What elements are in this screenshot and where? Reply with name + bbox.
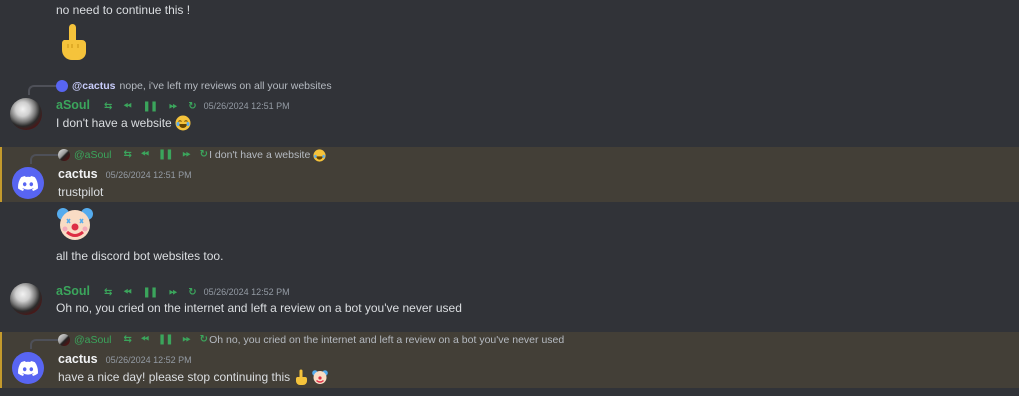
- next-icon: ⏩︎: [182, 149, 191, 160]
- message-row-highlighted: @aSoul ⇆ ⏪︎ ❚❚ ⏩︎ ↻ I don't have a websi…: [0, 147, 1019, 202]
- username[interactable]: cactus: [58, 352, 98, 366]
- message-text: have a nice day! please stop continuing …: [58, 370, 291, 384]
- clown-emoji: [312, 370, 328, 384]
- joy-emoji: [175, 115, 191, 131]
- reply-mention[interactable]: @aSoul: [74, 148, 112, 162]
- message-content: have a nice day! please stop continuing …: [58, 369, 328, 385]
- reply-mention[interactable]: @aSoul: [74, 333, 112, 347]
- message-row-highlighted: @aSoul ⇆ ⏪︎ ❚❚ ⏩︎ ↻ Oh no, you cried on …: [0, 332, 1019, 388]
- shuffle-icon: ⇆: [123, 334, 132, 345]
- timestamp: 05/26/2024 12:51 PM: [105, 170, 192, 180]
- reply-preview[interactable]: @cactus nope, i've left my reviews on al…: [56, 79, 332, 93]
- middle-finger-emoji: [61, 24, 86, 60]
- chat-messages: no need to continue this ! @cactus nope,…: [0, 0, 1019, 396]
- loop-icon: ↻: [188, 101, 196, 112]
- message-text: all the discord bot websites too.: [56, 249, 224, 263]
- next-icon: ⏩︎: [182, 334, 191, 345]
- message-text: I don't have a website: [56, 116, 172, 130]
- message-row: @cactus nope, i've left my reviews on al…: [0, 78, 1019, 138]
- message-header: cactus 05/26/2024 12:52 PM: [58, 351, 192, 368]
- pause-icon: ❚❚: [142, 287, 158, 298]
- clown-emoji: [57, 208, 93, 240]
- joy-emoji: [313, 148, 326, 162]
- message-text: Oh no, you cried on the internet and lef…: [56, 301, 462, 315]
- pause-icon: ❚❚: [142, 101, 158, 112]
- avatar[interactable]: [10, 98, 42, 130]
- shuffle-icon: ⇆: [104, 101, 112, 112]
- reply-preview[interactable]: @aSoul ⇆ ⏪︎ ❚❚ ⏩︎ ↻ Oh no, you cried on …: [58, 333, 564, 347]
- next-icon: ⏩︎: [169, 287, 177, 298]
- reply-connector: [30, 154, 58, 164]
- message-content: I don't have a website: [56, 115, 191, 131]
- reply-text: nope, i've left my reviews on all your w…: [119, 80, 332, 92]
- loop-icon: ↻: [188, 287, 196, 298]
- previous-icon: ⏪︎: [140, 149, 149, 160]
- reply-connector: [30, 339, 58, 349]
- mini-avatar: [58, 149, 70, 161]
- username[interactable]: aSoul: [56, 98, 90, 112]
- previous-icon: ⏪︎: [140, 334, 149, 345]
- timestamp: 05/26/2024 12:51 PM: [203, 101, 290, 111]
- discord-logo-icon: [18, 175, 38, 191]
- message-text: no need to continue this !: [56, 3, 191, 17]
- mini-avatar: [58, 334, 70, 346]
- message-header: aSoul ⇆ ⏪︎ ❚❚ ⏩︎ ↻ 05/26/2024 12:51 PM: [56, 97, 290, 115]
- loop-icon: ↻: [199, 334, 208, 345]
- message-text: trustpilot: [58, 185, 104, 199]
- timestamp: 05/26/2024 12:52 PM: [105, 355, 192, 365]
- timestamp: 05/26/2024 12:52 PM: [203, 287, 290, 297]
- reply-preview[interactable]: @aSoul ⇆ ⏪︎ ❚❚ ⏩︎ ↻ I don't have a websi…: [58, 148, 326, 162]
- reply-connector: [28, 85, 56, 95]
- message-row: aSoul ⇆ ⏪︎ ❚❚ ⏩︎ ↻ 05/26/2024 12:52 PM Oh no, …: [0, 282, 1019, 322]
- pause-icon: ❚❚: [157, 334, 174, 345]
- reply-mention[interactable]: @cactus: [72, 79, 116, 93]
- username[interactable]: cactus: [58, 167, 98, 181]
- next-icon: ⏩︎: [169, 101, 177, 112]
- discord-logo-icon: [18, 360, 38, 376]
- avatar[interactable]: [12, 352, 44, 384]
- previous-icon: ⏪︎: [123, 287, 131, 298]
- reply-text: I don't have a website: [209, 149, 311, 161]
- middle-finger-emoji: [296, 369, 308, 385]
- avatar[interactable]: [10, 283, 42, 315]
- message-header: cactus 05/26/2024 12:51 PM: [58, 166, 192, 183]
- loop-icon: ↻: [199, 149, 208, 160]
- shuffle-icon: ⇆: [104, 287, 112, 298]
- avatar[interactable]: [12, 167, 44, 199]
- message-header: aSoul ⇆ ⏪︎ ❚❚ ⏩︎ ↻ 05/26/2024 12:52 PM: [56, 283, 290, 301]
- shuffle-icon: ⇆: [123, 149, 132, 160]
- pause-icon: ❚❚: [157, 149, 174, 160]
- username[interactable]: aSoul: [56, 284, 90, 298]
- reply-text: Oh no, you cried on the internet and lef…: [209, 334, 565, 346]
- previous-icon: ⏪︎: [123, 101, 131, 112]
- mini-avatar: [56, 80, 68, 92]
